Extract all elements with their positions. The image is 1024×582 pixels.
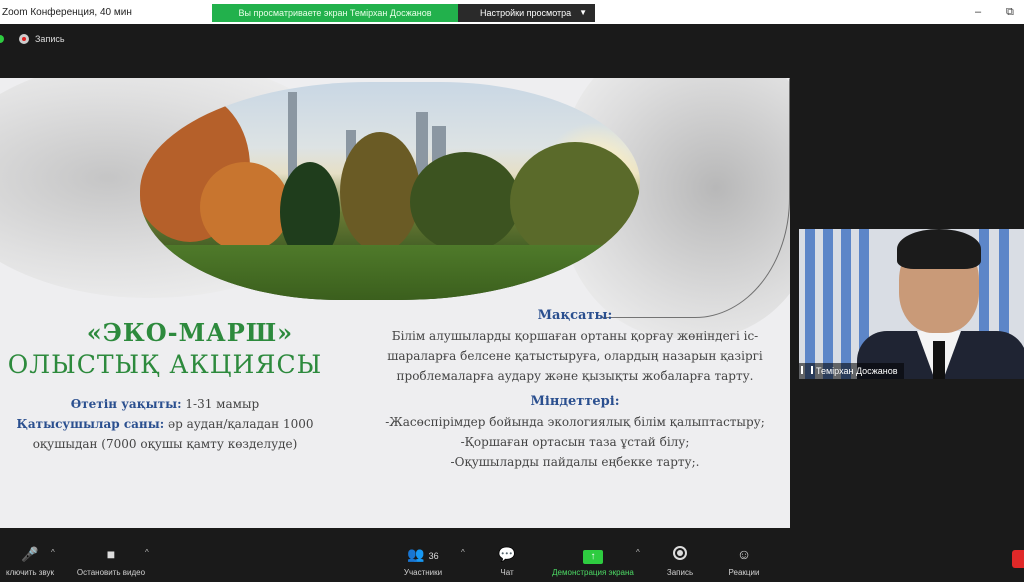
- share-screen-label: Демонстрация экрана: [552, 568, 634, 577]
- participants-button[interactable]: 👥 36 Участники: [396, 540, 450, 577]
- chat-button[interactable]: 💬 Чат: [492, 540, 522, 577]
- video-camera-icon: ■: [106, 546, 116, 562]
- person-tie: [933, 341, 945, 379]
- recording-label: Запись: [35, 34, 65, 44]
- participant-name-tag: Темірхан Досжанов: [799, 363, 904, 379]
- record-icon: [660, 546, 700, 564]
- audio-options-caret[interactable]: ^: [51, 548, 55, 557]
- window-blind: [841, 229, 851, 379]
- people-icon: 👥 36: [407, 546, 439, 562]
- event-info: Өтетін уақыты: 1-31 мамыр Қатысушылар са…: [0, 394, 330, 454]
- window-blind: [823, 229, 833, 379]
- autumn-tree: [340, 132, 420, 252]
- goal-line: шараларға белсене қатыстыруға, олардың н…: [387, 349, 763, 363]
- task-line: -Қоршаған ортасын таза ұстай білу;: [460, 435, 690, 449]
- slide-title: «ЭКО-МАРШ»: [86, 318, 294, 347]
- park-photo: [140, 82, 640, 300]
- participant-name: Темірхан Досжанов: [816, 366, 898, 376]
- window-titlebar: Zoom Конференция, 40 мин Вы просматривае…: [0, 0, 1024, 24]
- tree: [410, 152, 520, 252]
- slide-subtitle: ОЛЫСТЫҚ АКЦИЯСЫ: [7, 350, 323, 379]
- time-label: Өтетін уақыты:: [70, 397, 182, 411]
- share-screen-button[interactable]: ↑ Демонстрация экрана: [542, 540, 644, 577]
- tree: [510, 142, 640, 262]
- participants-count-value-2: оқушыдан (7000 оқушы қамту көзделуде): [32, 437, 298, 451]
- chat-bubble-icon: 💬: [498, 546, 516, 562]
- task-line: -Оқушыларды пайдалы еңбекке тарту;.: [450, 455, 700, 469]
- screen-share-banner: Вы просматриваете экран Темірхан Досжано…: [212, 4, 458, 22]
- participants-count: 36: [428, 551, 439, 561]
- view-settings-button[interactable]: Настройки просмотра ▼: [458, 4, 595, 22]
- autumn-tree: [200, 162, 290, 252]
- signal-bars-icon: [801, 366, 813, 374]
- stop-video-button[interactable]: ■ Остановить видео: [66, 540, 156, 577]
- window-blind: [805, 229, 815, 379]
- task-line: -Жасөспірімдер бойында экологиялық білім…: [385, 415, 765, 429]
- grass-lawn: [140, 245, 640, 300]
- emoji-icon: ☺: [736, 546, 752, 562]
- meeting-toolbar: 🎤 ключить звук ^ ■ Остановить видео ^ 👥 …: [0, 540, 1024, 582]
- participants-options-caret[interactable]: ^: [461, 548, 465, 557]
- record-button[interactable]: Запись: [660, 540, 700, 577]
- record-label: Запись: [666, 568, 694, 577]
- person-hair: [897, 229, 981, 269]
- participants-label: Участники: [403, 568, 443, 577]
- view-settings-label: Настройки просмотра: [480, 8, 572, 18]
- share-screen-icon: ↑: [542, 546, 644, 564]
- stop-video-label: Остановить видео: [76, 568, 146, 577]
- recording-indicator-icon: [19, 34, 29, 44]
- goal-line: проблемаларға аудару және қызықты жобала…: [396, 369, 754, 383]
- reactions-label: Реакции: [728, 568, 760, 577]
- minimize-button[interactable]: –: [975, 6, 981, 18]
- unmute-label: ключить звук: [5, 568, 54, 577]
- share-options-caret[interactable]: ^: [636, 548, 640, 557]
- shared-screen-slide: «ЭКО-МАРШ» ОЛЫСТЫҚ АКЦИЯСЫ Өтетін уақыты…: [0, 78, 790, 528]
- goal-line: Білім алушыларды қоршаған ортаны қорғау …: [391, 329, 759, 343]
- time-value: 1-31 мамыр: [181, 397, 260, 411]
- chat-label: Чат: [500, 568, 514, 577]
- chevron-down-icon: ▼: [579, 8, 587, 17]
- video-options-caret[interactable]: ^: [145, 548, 149, 557]
- end-meeting-button[interactable]: [1012, 550, 1024, 568]
- unmute-button[interactable]: 🎤 ключить звук: [0, 540, 60, 577]
- window-title: Zoom Конференция, 40 мин: [2, 7, 132, 18]
- goals-and-tasks: Мақсаты: Білім алушыларды қоршаған ортан…: [365, 306, 785, 472]
- restore-button[interactable]: ⧉: [1006, 6, 1014, 19]
- participants-count-label: Қатысушылар саны:: [16, 417, 165, 431]
- meeting-status-bar: [0, 24, 1024, 54]
- participant-video-tile[interactable]: Темірхан Досжанов: [799, 229, 1024, 379]
- goal-heading: Мақсаты:: [537, 308, 613, 323]
- participants-count-value: әр аудан/қаладан 1000: [164, 417, 314, 431]
- tasks-heading: Міндеттері:: [530, 394, 620, 409]
- reactions-button[interactable]: ☺ Реакции: [722, 540, 766, 577]
